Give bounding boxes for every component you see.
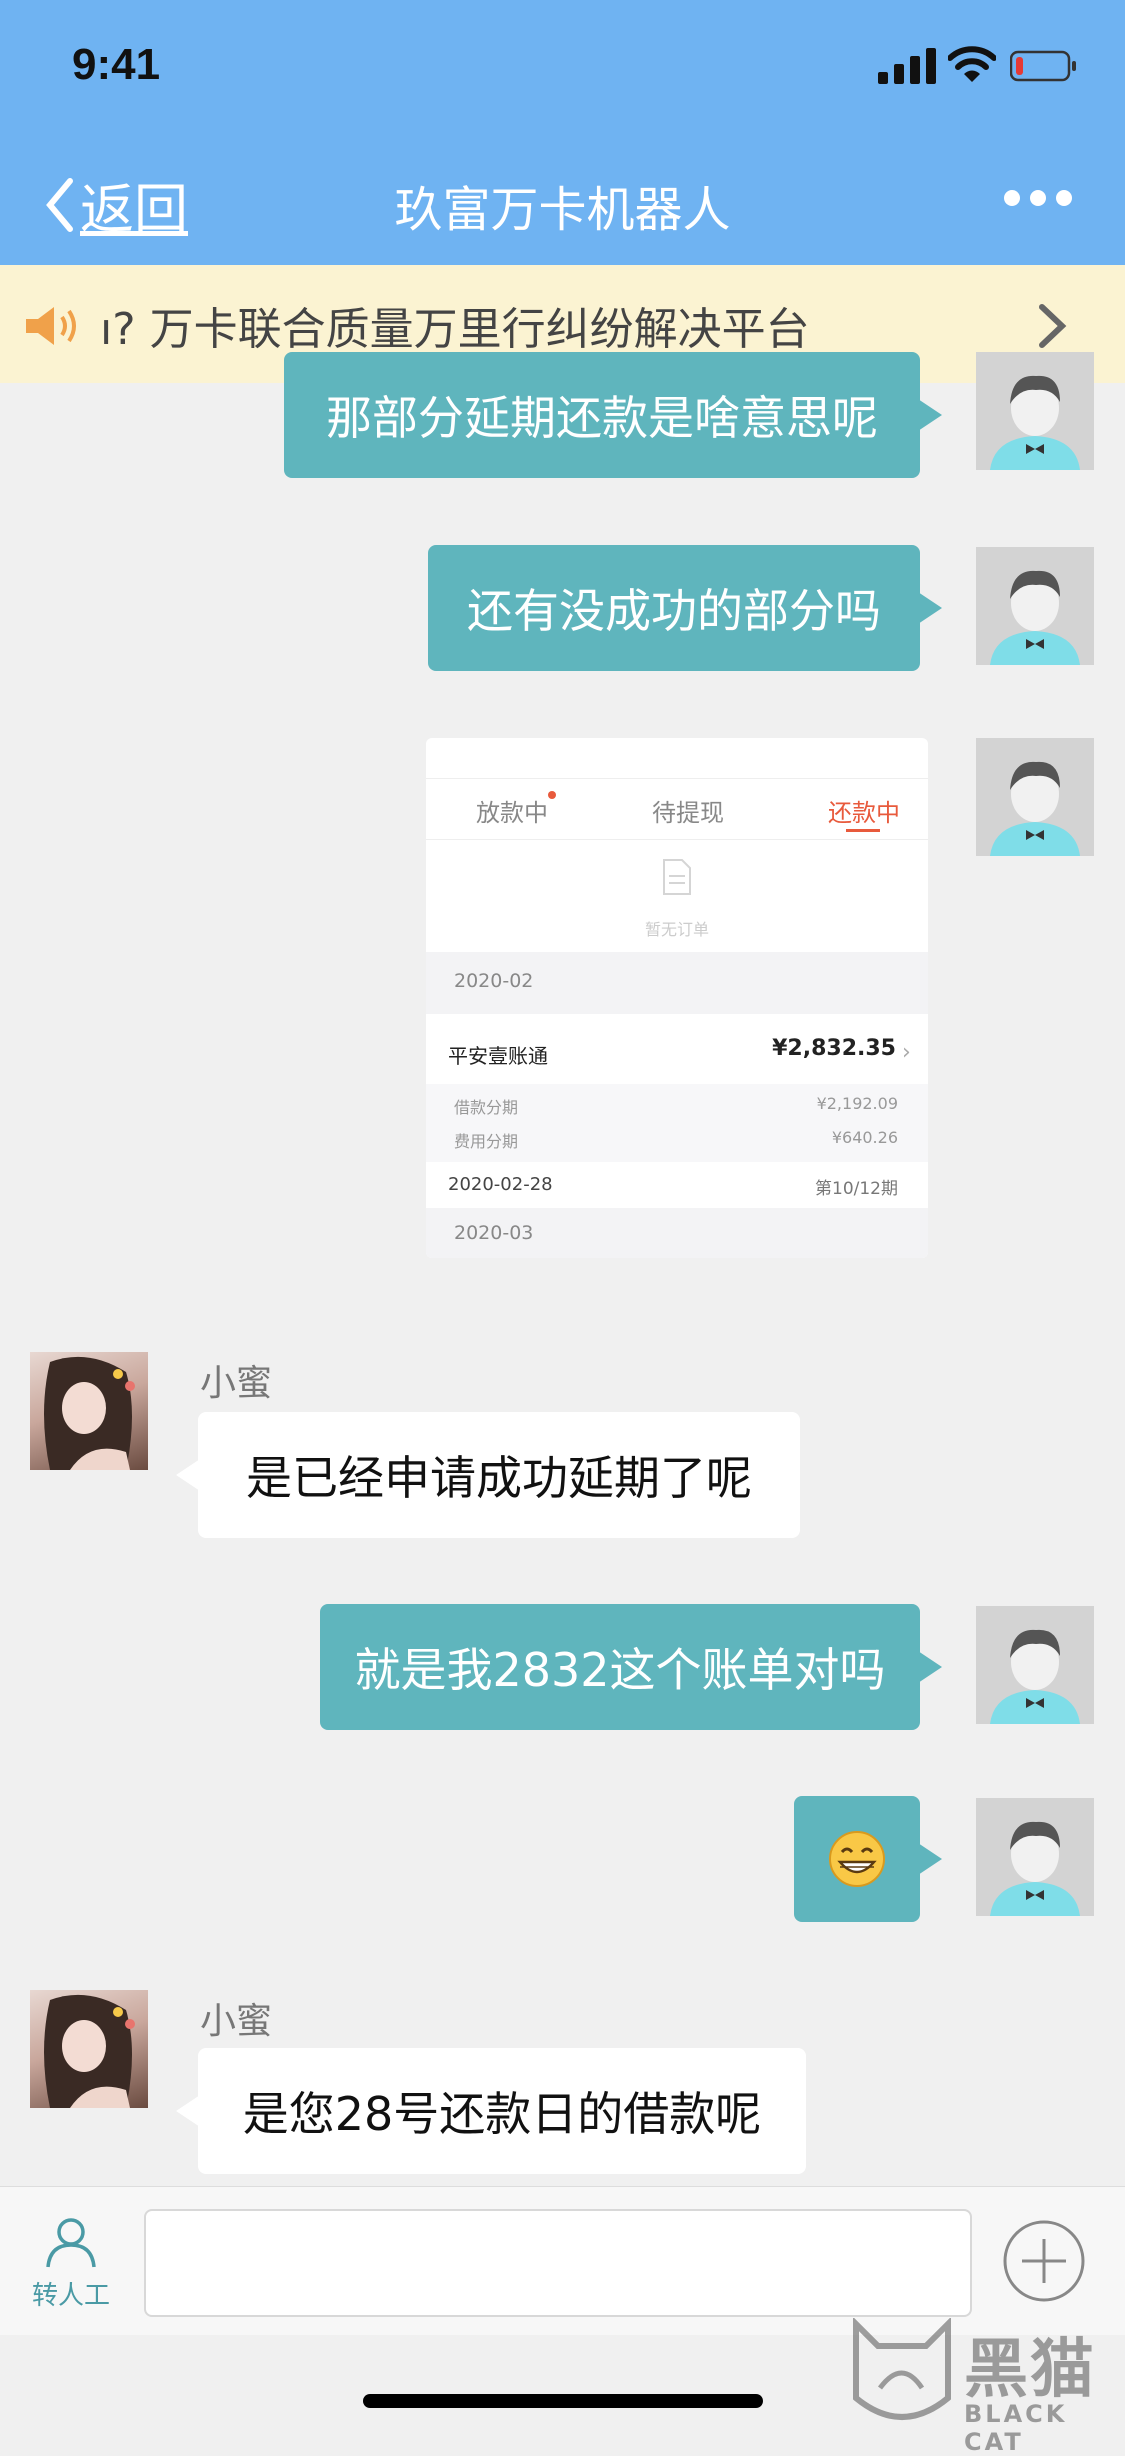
user-avatar[interactable] (976, 1798, 1094, 1916)
sender-name: 小蜜 (200, 2001, 273, 2042)
user-avatar-icon (976, 352, 1094, 470)
active-tab-underline (846, 829, 880, 832)
user-message-bubble[interactable]: 就是我2832这个账单对吗 (320, 1604, 942, 1730)
battery-low-icon (1010, 50, 1076, 82)
empty-order-text: 暂无订单 (644, 920, 709, 939)
sender-name: 小蜜 (200, 1363, 273, 1404)
notice-text: ı? 万卡联合质量万里行纠纷解决平台 (100, 304, 810, 355)
bill-row: 平安壹账通 ¥2,832.35 › (426, 1014, 928, 1084)
page-title: 玖富万卡机器人 (394, 182, 731, 238)
message-input[interactable] (144, 2209, 972, 2317)
plus-icon[interactable] (1002, 2219, 1086, 2303)
watermark-subtitle: BLACK CAT (964, 2400, 1068, 2456)
user-avatar[interactable] (976, 1606, 1094, 1724)
cat-logo-icon (853, 2316, 951, 2420)
blackcat-watermark: 黑猫 BLACK CAT (850, 2316, 1125, 2456)
screenshot-tabs: 放款中 待提现 还款中 (426, 778, 928, 840)
home-indicator[interactable] (363, 2394, 763, 2408)
bot-avatar-icon (44, 1356, 135, 1470)
chevron-right-icon (1039, 304, 1067, 348)
bill-breakdown: 借款分期 ¥2,192.09 费用分期 ¥640.26 (426, 1084, 928, 1162)
transfer-to-agent-button[interactable]: 转人工 (22, 2217, 120, 2312)
tab-repaying: 还款中 (828, 799, 900, 827)
fee-amount: ¥640.26 (831, 1128, 898, 1147)
user-avatar[interactable] (976, 547, 1094, 665)
nav-header: 9:41 返回 玖富万卡机器人 (0, 0, 1125, 265)
chevron-right-icon: › (902, 1040, 911, 1065)
installment-period: 第10/12期 (815, 1179, 898, 1199)
document-icon (663, 859, 691, 895)
more-dots-icon[interactable] (1002, 186, 1074, 210)
wifi-icon (948, 46, 996, 82)
account-name: 平安壹账通 (448, 1044, 548, 1068)
user-avatar-icon (976, 1798, 1094, 1916)
person-icon (46, 2218, 96, 2268)
loan-amount: ¥2,192.09 (816, 1094, 898, 1113)
notification-dot (548, 791, 556, 799)
tab-disbursing: 放款中 (476, 799, 548, 827)
section-month: 2020-02 (454, 970, 534, 992)
bot-avatar[interactable] (30, 1990, 148, 2108)
speaker-icon (26, 307, 76, 345)
user-avatar[interactable] (976, 352, 1094, 470)
user-avatar[interactable] (976, 738, 1094, 856)
user-message-bubble[interactable]: 还有没成功的部分吗 (428, 545, 942, 671)
image-message[interactable]: 放款中 待提现 还款中 暂无订单 2020-02 平安壹账通 ¥2,832.35… (426, 738, 928, 1258)
bot-avatar[interactable] (30, 1352, 148, 1470)
due-date: 2020-02-28 (448, 1174, 553, 1195)
user-avatar-icon (976, 547, 1094, 665)
user-avatar-icon (976, 1606, 1094, 1724)
bot-message-bubble[interactable]: 是您28号还款日的借款呢 (176, 2048, 806, 2174)
section-header: 2020-03 (426, 1208, 928, 1258)
chat-input-bar: 转人工 (0, 2186, 1125, 2335)
bot-avatar-icon (44, 1994, 135, 2108)
section-month: 2020-03 (454, 1222, 534, 1244)
section-header: 2020-02 (426, 952, 928, 1014)
loan-label: 借款分期 (454, 1098, 519, 1117)
tab-pending-withdrawal: 待提现 (652, 799, 724, 827)
transfer-to-agent-label: 转人工 (31, 2281, 110, 2311)
due-row: 2020-02-28 第10/12期 (426, 1162, 928, 1208)
status-time: 9:41 (72, 40, 161, 89)
user-avatar-icon (976, 738, 1094, 856)
grinning-face-emoji-icon (829, 1831, 885, 1887)
user-message-bubble[interactable]: 那部分延期还款是啥意思呢 (284, 352, 942, 478)
bill-amount: ¥2,832.35 (772, 1036, 896, 1061)
bot-message-bubble[interactable]: 是已经申请成功延期了呢 (176, 1412, 800, 1538)
user-emoji-bubble[interactable] (794, 1796, 942, 1922)
cellular-signal-icon (878, 48, 936, 84)
watermark-title: 黑猫 (964, 2333, 1096, 2407)
fee-label: 费用分期 (454, 1132, 519, 1151)
